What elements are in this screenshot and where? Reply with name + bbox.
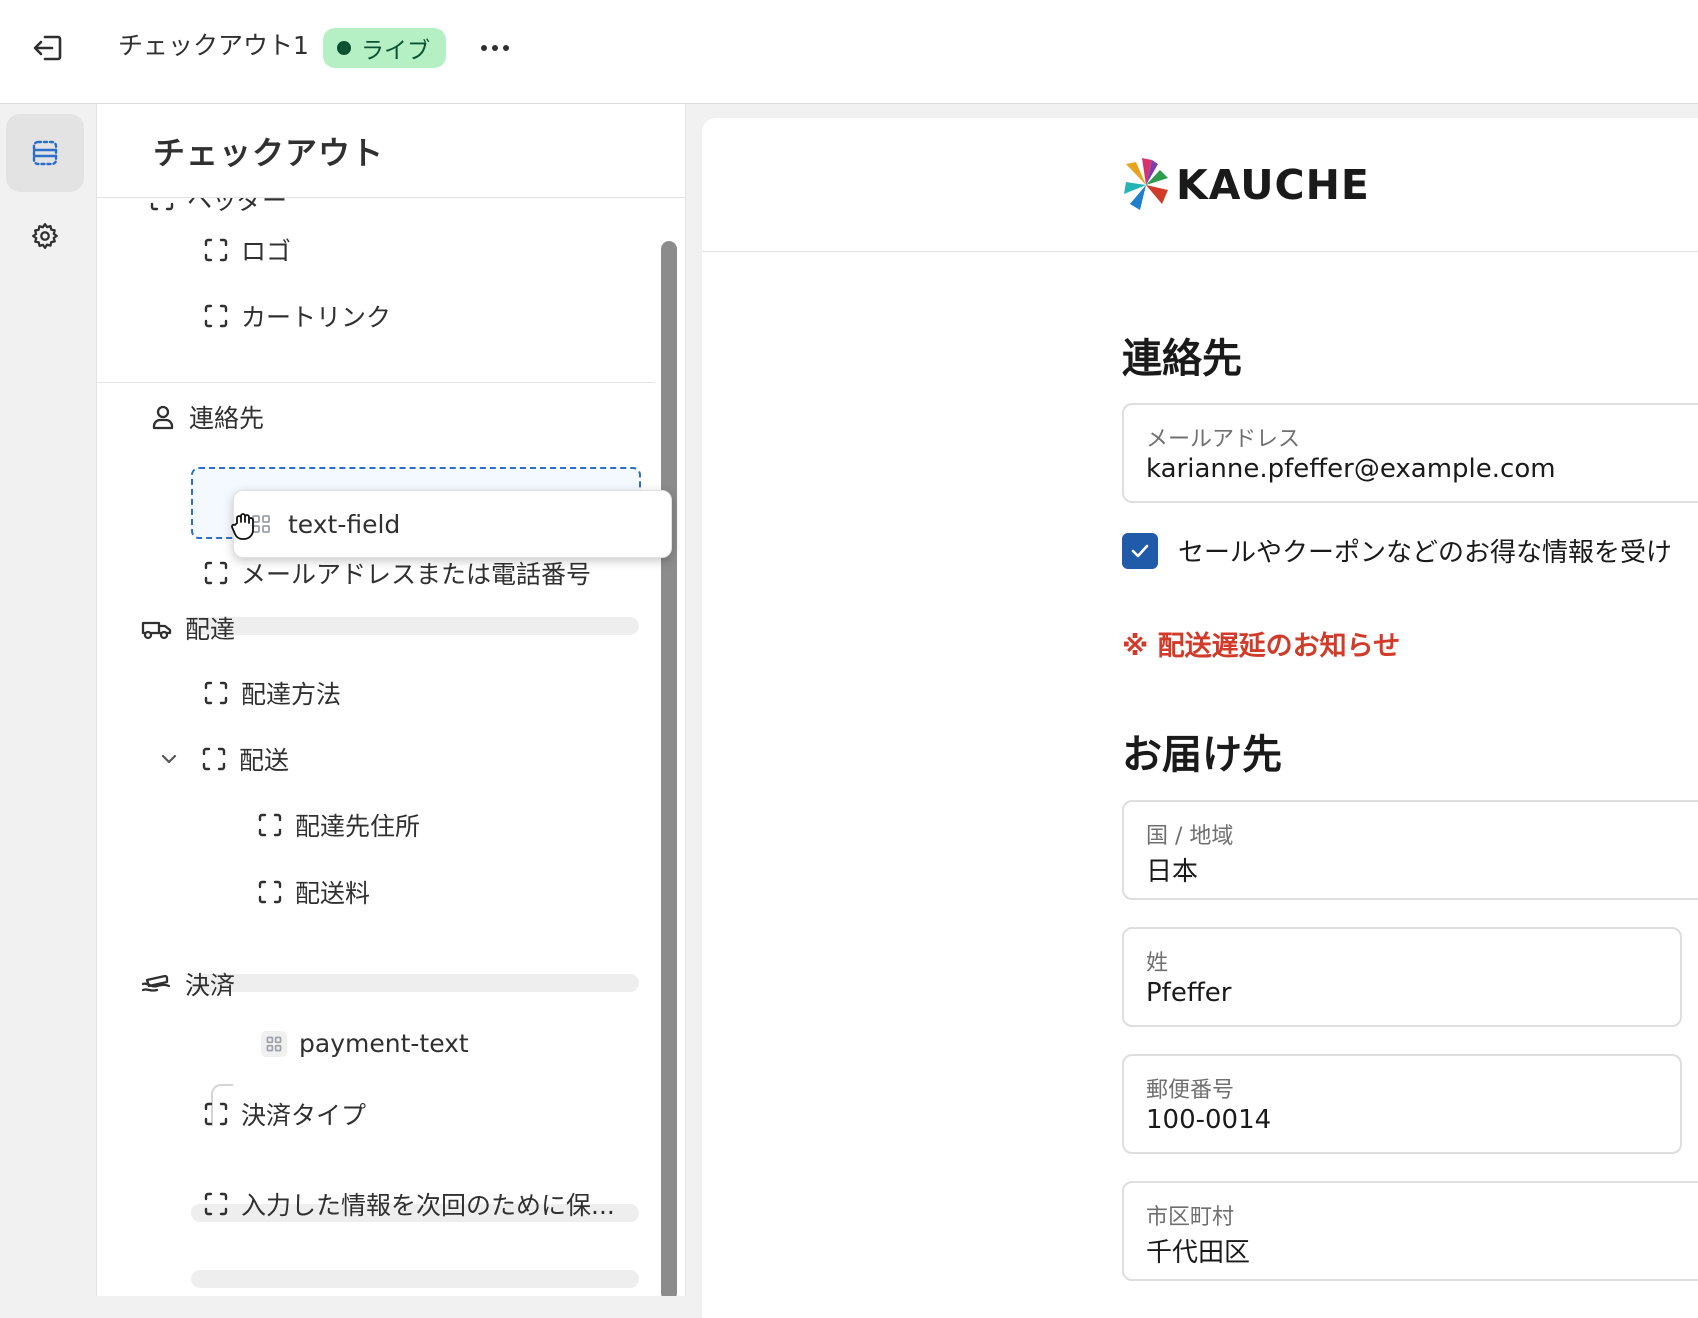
sidebar-section-delivery[interactable]: 配達 [141, 610, 235, 646]
sidebar: チェックアウト ヘッダー ロゴ カートリンク 連絡先 メールアドレスまたは電話番… [97, 104, 686, 1296]
last-name-value: Pfeffer [1146, 978, 1232, 1008]
dragged-block-card[interactable]: text-field [231, 490, 672, 558]
sidebar-item-label: 配送料 [295, 879, 371, 908]
sidebar-item-payment-type[interactable]: 決済タイプ [203, 1096, 366, 1132]
person-icon [152, 405, 174, 430]
sidebar-item-email-or-phone[interactable]: メールアドレスまたは電話番号 [203, 555, 591, 591]
sidebar-section-contact[interactable]: 連絡先 [149, 399, 264, 435]
postal-code-label: 郵便番号 [1146, 1078, 1235, 1103]
page-title: チェックアウト1 [118, 31, 309, 60]
postal-code-field[interactable]: 郵便番号 100-0014 [1122, 1054, 1682, 1154]
block-icon [202, 747, 226, 771]
placeholder-bar [191, 974, 639, 992]
shipping-heading: お届け先 [1122, 732, 1282, 778]
preview-header: KAUCHE [702, 118, 1698, 252]
sections-button[interactable] [6, 114, 84, 192]
sidebar-scrollbar[interactable] [661, 241, 677, 1296]
block-icon [204, 561, 228, 585]
settings-button[interactable] [6, 197, 84, 275]
payment-icon [141, 974, 171, 992]
section-divider [97, 382, 655, 383]
contact-heading: 連絡先 [1122, 336, 1242, 382]
status-dot [337, 41, 351, 55]
exit-button[interactable] [28, 28, 68, 68]
sidebar-item-label: ロゴ [241, 237, 292, 266]
block-icon [204, 1192, 228, 1216]
country-label: 国 / 地域 [1146, 824, 1234, 849]
country-value: 日本 [1146, 857, 1199, 887]
status-badge: ライブ [323, 28, 446, 68]
postal-code-value: 100-0014 [1146, 1105, 1272, 1135]
city-field[interactable]: 市区町村 千代田区 [1122, 1181, 1698, 1281]
sidebar-item-label: 配達方法 [241, 680, 342, 709]
email-field[interactable]: メールアドレス karianne.pfeffer@example.com [1122, 403, 1698, 503]
sidebar-item-cart-link[interactable]: カートリンク [203, 298, 391, 334]
block-icon [258, 880, 282, 904]
sidebar-item-label: payment-text [299, 1029, 469, 1058]
sidebar-item-delivery-method[interactable]: 配達方法 [203, 675, 341, 711]
sidebar-item-label: 配達先住所 [295, 812, 421, 841]
truck-icon [141, 621, 172, 640]
marketing-checkbox-label: セールやクーポンなどのお得な情報を受け [1178, 538, 1673, 568]
store-logo[interactable]: KAUCHE [1122, 158, 1370, 212]
last-name-field[interactable]: 姓 Pfeffer [1122, 927, 1682, 1027]
kauche-logo-mark [1124, 158, 1168, 210]
sections-icon [32, 140, 58, 166]
status-badge-label: ライブ [361, 38, 430, 64]
sidebar-section-payment[interactable]: 決済 [141, 966, 235, 1002]
sidebar-item-label: 入力した情報を次回のために保... [241, 1191, 615, 1220]
app-block-icon [261, 1030, 287, 1057]
exit-icon [33, 35, 62, 61]
dragged-block-label: text-field [288, 509, 401, 539]
city-label: 市区町村 [1146, 1205, 1235, 1230]
sidebar-item-label: 決済タイプ [241, 1101, 367, 1130]
sidebar-item-payment-text[interactable]: payment-text [261, 1029, 469, 1058]
block-icon [204, 238, 228, 262]
gear-icon [32, 223, 58, 249]
checkout-preview: KAUCHE 連絡先 メールアドレス karianne.pfeffer@exam… [702, 118, 1698, 1318]
block-icon [204, 304, 228, 328]
sidebar-item-label: メールアドレスまたは電話番号 [241, 560, 592, 589]
shipping-delay-notice[interactable]: ※ 配送遅延のお知らせ [1122, 624, 1400, 663]
sidebar-item-shipping[interactable]: 配送 [159, 741, 289, 777]
top-bar: チェックアウト1 ライブ [0, 0, 1698, 104]
marketing-checkbox[interactable] [1122, 533, 1158, 569]
block-icon [204, 1102, 228, 1126]
sidebar-item-label: 配送 [239, 746, 290, 775]
block-icon [258, 813, 282, 837]
logo-text: KAUCHE [1176, 161, 1370, 209]
sidebar-title: チェックアウト [153, 134, 385, 172]
more-actions-button[interactable] [475, 32, 515, 64]
email-value: karianne.pfeffer@example.com [1146, 454, 1556, 484]
grab-cursor-icon [231, 513, 254, 540]
left-rail [0, 104, 97, 1296]
city-value: 千代田区 [1146, 1238, 1251, 1268]
sidebar-item-shipping-address[interactable]: 配達先住所 [257, 807, 420, 843]
last-name-label: 姓 [1146, 951, 1169, 976]
sidebar-item-label: カートリンク [241, 303, 392, 332]
chevron-down-icon[interactable] [159, 749, 179, 769]
email-label: メールアドレス [1146, 427, 1301, 452]
placeholder-bar [191, 617, 639, 635]
sidebar-header: チェックアウト [97, 104, 685, 198]
block-icon [204, 681, 228, 705]
sidebar-item-save-info[interactable]: 入力した情報を次回のために保... [203, 1186, 615, 1222]
sidebar-item-shipping-fee[interactable]: 配送料 [257, 874, 370, 910]
country-field[interactable]: 国 / 地域 日本 [1122, 800, 1698, 900]
placeholder-bar [191, 1270, 639, 1288]
sidebar-item-label: 決済 [185, 971, 236, 1000]
sidebar-item-label: 配達 [185, 615, 236, 644]
more-icon [481, 45, 509, 51]
sidebar-item-logo[interactable]: ロゴ [203, 232, 291, 268]
sidebar-item-label: 連絡先 [189, 404, 265, 433]
checkmark-icon [1131, 544, 1149, 558]
